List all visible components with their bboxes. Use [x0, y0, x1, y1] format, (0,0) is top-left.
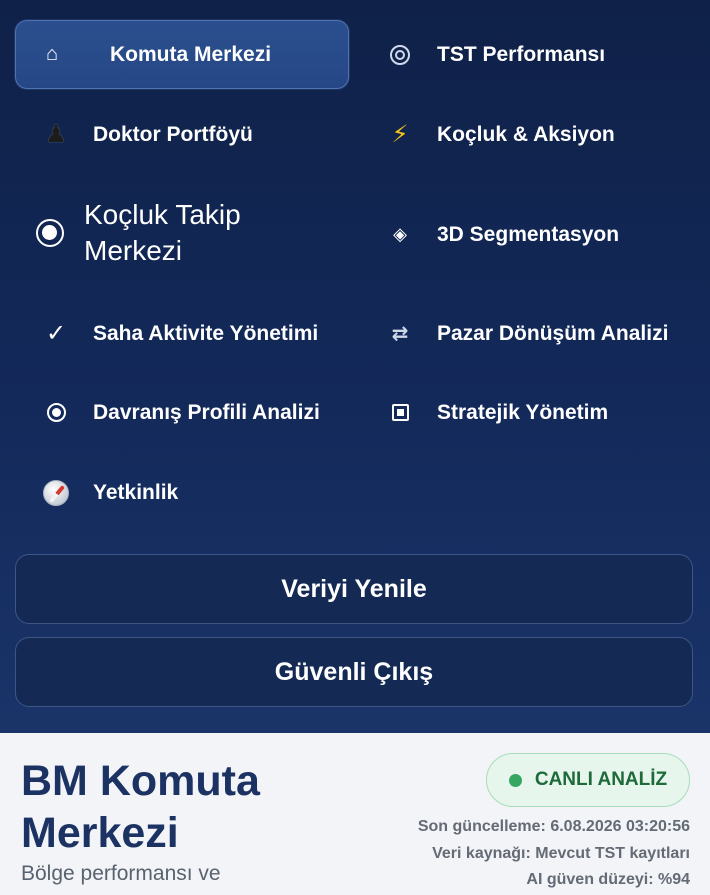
nav-item-label: Yetkinlik — [93, 480, 179, 504]
nav-item-label: Pazar Dönüşüm Analizi — [437, 321, 669, 345]
nav-item-label: Koçluk & Aksiyon — [437, 122, 615, 146]
nav-item-tst-performansi[interactable]: TST Performansı — [380, 20, 605, 89]
secure-logout-button[interactable]: Güvenli Çıkış — [15, 637, 693, 707]
nav-item-3d-segmentasyon[interactable]: ◈ 3D Segmentasyon — [380, 200, 619, 269]
swap-arrows-icon: ⇄ — [391, 323, 409, 345]
target-icon — [380, 44, 420, 65]
live-status-dot-icon — [508, 773, 522, 787]
nav-item-label: Stratejik Yönetim — [437, 400, 609, 424]
nav-item-label: 3D Segmentasyon — [437, 222, 620, 246]
nav-item-yetkinlik[interactable]: Yetkinlik — [36, 458, 178, 527]
nav-item-label: Saha Aktivite Yönetimi — [93, 321, 319, 345]
compass-icon — [36, 479, 76, 506]
live-badge-label: CANLI ANALİZ — [534, 769, 668, 790]
nav-item-komuta-merkezi[interactable]: ⌂ Komuta Merkezi — [15, 20, 349, 89]
data-source-text: Veri kaynağı: Mevcut TST kayıtları — [432, 845, 690, 862]
nav-item-label: Koçluk Takip Merkezi — [84, 199, 241, 266]
nav-item-kocluk-takip-merkezi[interactable]: Koçluk Takip Merkezi — [30, 196, 284, 270]
nav-item-pazar-donusum-analizi[interactable]: ⇄ Pazar Dönüşüm Analizi — [380, 299, 669, 368]
square-button-icon — [380, 404, 420, 421]
nav-item-davranis-profili-analizi[interactable]: Davranış Profili Analizi — [36, 378, 320, 447]
live-analysis-badge: CANLI ANALİZ — [486, 753, 690, 807]
ai-confidence-text: AI güven düzeyi: %94 — [526, 871, 690, 888]
radio-dot-icon — [30, 219, 70, 247]
nav-item-doktor-portfoyu[interactable]: ♟ Doktor Portföyü — [36, 100, 253, 169]
nav-item-label: Doktor Portföyü — [93, 122, 253, 146]
lightning-icon: ⚡ — [391, 121, 409, 148]
nav-item-stratejik-yonetim[interactable]: Stratejik Yönetim — [380, 378, 608, 447]
nav-item-saha-aktivite-yonetimi[interactable]: ✓ Saha Aktivite Yönetimi — [36, 299, 318, 368]
chess-pawn-icon: ♟ — [45, 121, 67, 148]
page-subtitle: Bölge performansı ve — [21, 862, 221, 885]
page-title: BM Komuta Merkezi — [21, 757, 260, 857]
last-update-text: Son güncelleme: 6.08.2026 03:20:56 — [417, 818, 690, 835]
nav-item-label: Davranış Profili Analizi — [93, 400, 320, 424]
page-header: BM Komuta Merkezi Bölge performansı ve C… — [0, 733, 710, 895]
nav-item-kocluk-aksiyon[interactable]: ⚡ Koçluk & Aksiyon — [380, 100, 615, 169]
nav-item-label: TST Performansı — [437, 42, 606, 66]
diamond-icon: ◈ — [393, 224, 407, 244]
nav-item-label: Komuta Merkezi — [110, 42, 272, 66]
checkmark-icon: ✓ — [45, 320, 67, 347]
refresh-data-button[interactable]: Veriyi Yenile — [15, 554, 693, 624]
home-icon: ⌂ — [45, 43, 59, 65]
radio-dot-icon — [36, 403, 76, 422]
navigation-menu: ⌂ Komuta Merkezi TST Performansı ♟ Dokto… — [0, 0, 710, 733]
